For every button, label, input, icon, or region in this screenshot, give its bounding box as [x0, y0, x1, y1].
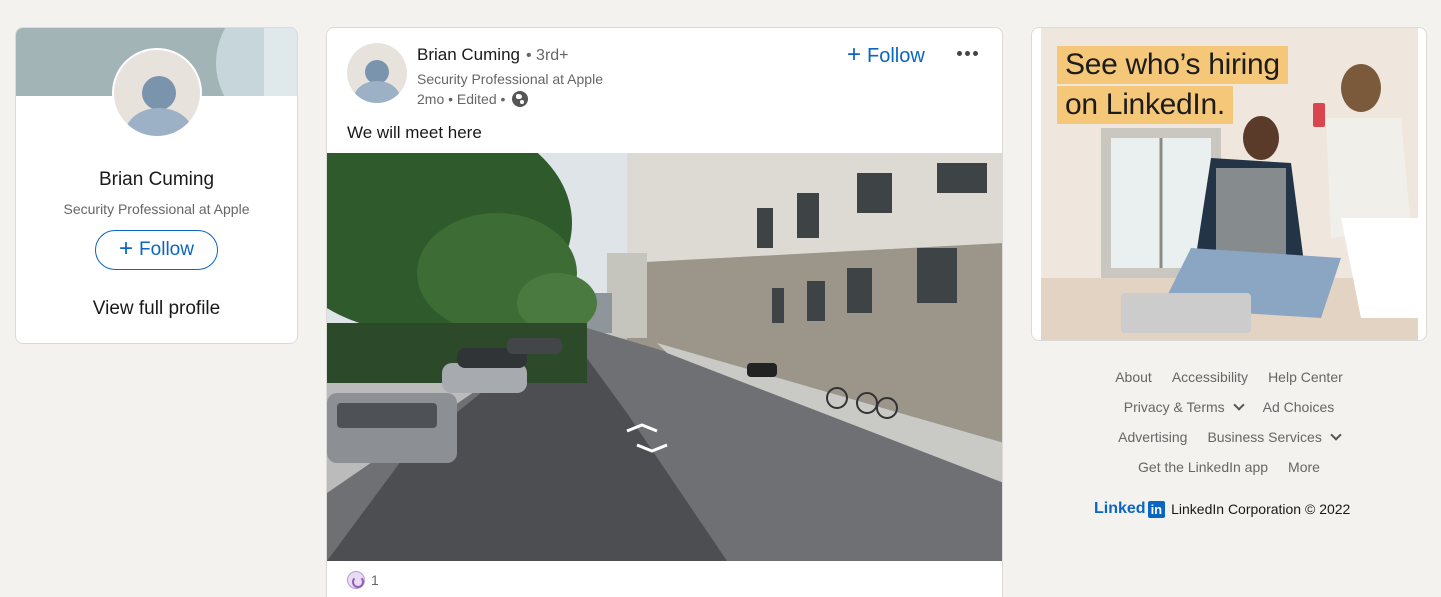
post-image[interactable] — [327, 153, 1002, 561]
post-author-line: Brian Cuming • 3rd+ — [417, 45, 569, 65]
post-card: Brian Cuming • 3rd+ Security Professiona… — [326, 27, 1003, 597]
post-follow-button[interactable]: + Follow — [847, 42, 925, 70]
footer-link-more[interactable]: More — [1288, 459, 1320, 475]
post-follow-label: Follow — [867, 44, 925, 67]
profile-headline: Security Professional at Apple — [63, 201, 250, 217]
post-meta: 2mo • Edited • — [417, 91, 529, 107]
footer-link-privacy-terms-label: Privacy & Terms — [1123, 399, 1225, 415]
ad-image[interactable]: See who’s hiring on LinkedIn. — [1041, 28, 1418, 340]
linkedin-logo-text: Linked — [1094, 500, 1146, 517]
more-icon — [956, 50, 962, 56]
linkedin-logo-box: in — [1147, 500, 1166, 518]
footer-link-privacy-terms[interactable]: Privacy & Terms — [1123, 399, 1245, 415]
follow-button[interactable]: + Follow — [95, 230, 218, 270]
reaction-icon — [347, 571, 365, 589]
footer-brand: Linked in LinkedIn Corporation © 2022 — [1094, 500, 1350, 518]
reaction-count: 1 — [371, 572, 379, 588]
footer-link-accessibility[interactable]: Accessibility — [1172, 369, 1248, 385]
view-full-profile-link[interactable]: View full profile — [16, 298, 297, 320]
plus-icon: + — [119, 235, 134, 262]
post-author-avatar[interactable] — [347, 43, 407, 103]
globe-icon — [512, 91, 529, 107]
reactions[interactable]: 1 — [347, 571, 379, 589]
more-options-button[interactable] — [950, 38, 984, 68]
ad-headline-line-2: on LinkedIn. — [1057, 86, 1233, 124]
post-author-headline: Security Professional at Apple — [417, 71, 603, 87]
profile-card: Brian Cuming Security Professional at Ap… — [15, 27, 298, 344]
avatar[interactable] — [112, 48, 202, 138]
footer-link-about[interactable]: About — [1115, 369, 1152, 385]
post-author-name[interactable]: Brian Cuming — [417, 45, 520, 65]
follow-button-label: Follow — [139, 239, 194, 260]
post-time: 2mo • Edited • — [417, 91, 506, 107]
footer-link-ad-choices[interactable]: Ad Choices — [1263, 399, 1335, 415]
footer-link-get-app[interactable]: Get the LinkedIn app — [1138, 459, 1268, 475]
chevron-down-icon — [1330, 429, 1342, 441]
ad-card[interactable]: See who’s hiring on LinkedIn. — [1031, 27, 1427, 341]
post-text: We will meet here — [347, 123, 482, 142]
footer-link-business-services[interactable]: Business Services — [1207, 429, 1342, 445]
footer-link-help-center[interactable]: Help Center — [1268, 369, 1343, 385]
chevron-down-icon — [1232, 399, 1245, 411]
plus-icon: + — [847, 41, 862, 68]
ad-headline-line-1: See who’s hiring — [1057, 46, 1288, 84]
copyright-text: LinkedIn Corporation © 2022 — [1171, 501, 1351, 517]
footer-link-advertising[interactable]: Advertising — [1118, 429, 1187, 445]
profile-name[interactable]: Brian Cuming — [16, 169, 297, 191]
footer-link-business-services-label: Business Services — [1207, 429, 1322, 445]
connection-degree: • 3rd+ — [526, 47, 569, 64]
footer-links: About Accessibility Help Center Privacy … — [1031, 362, 1427, 482]
